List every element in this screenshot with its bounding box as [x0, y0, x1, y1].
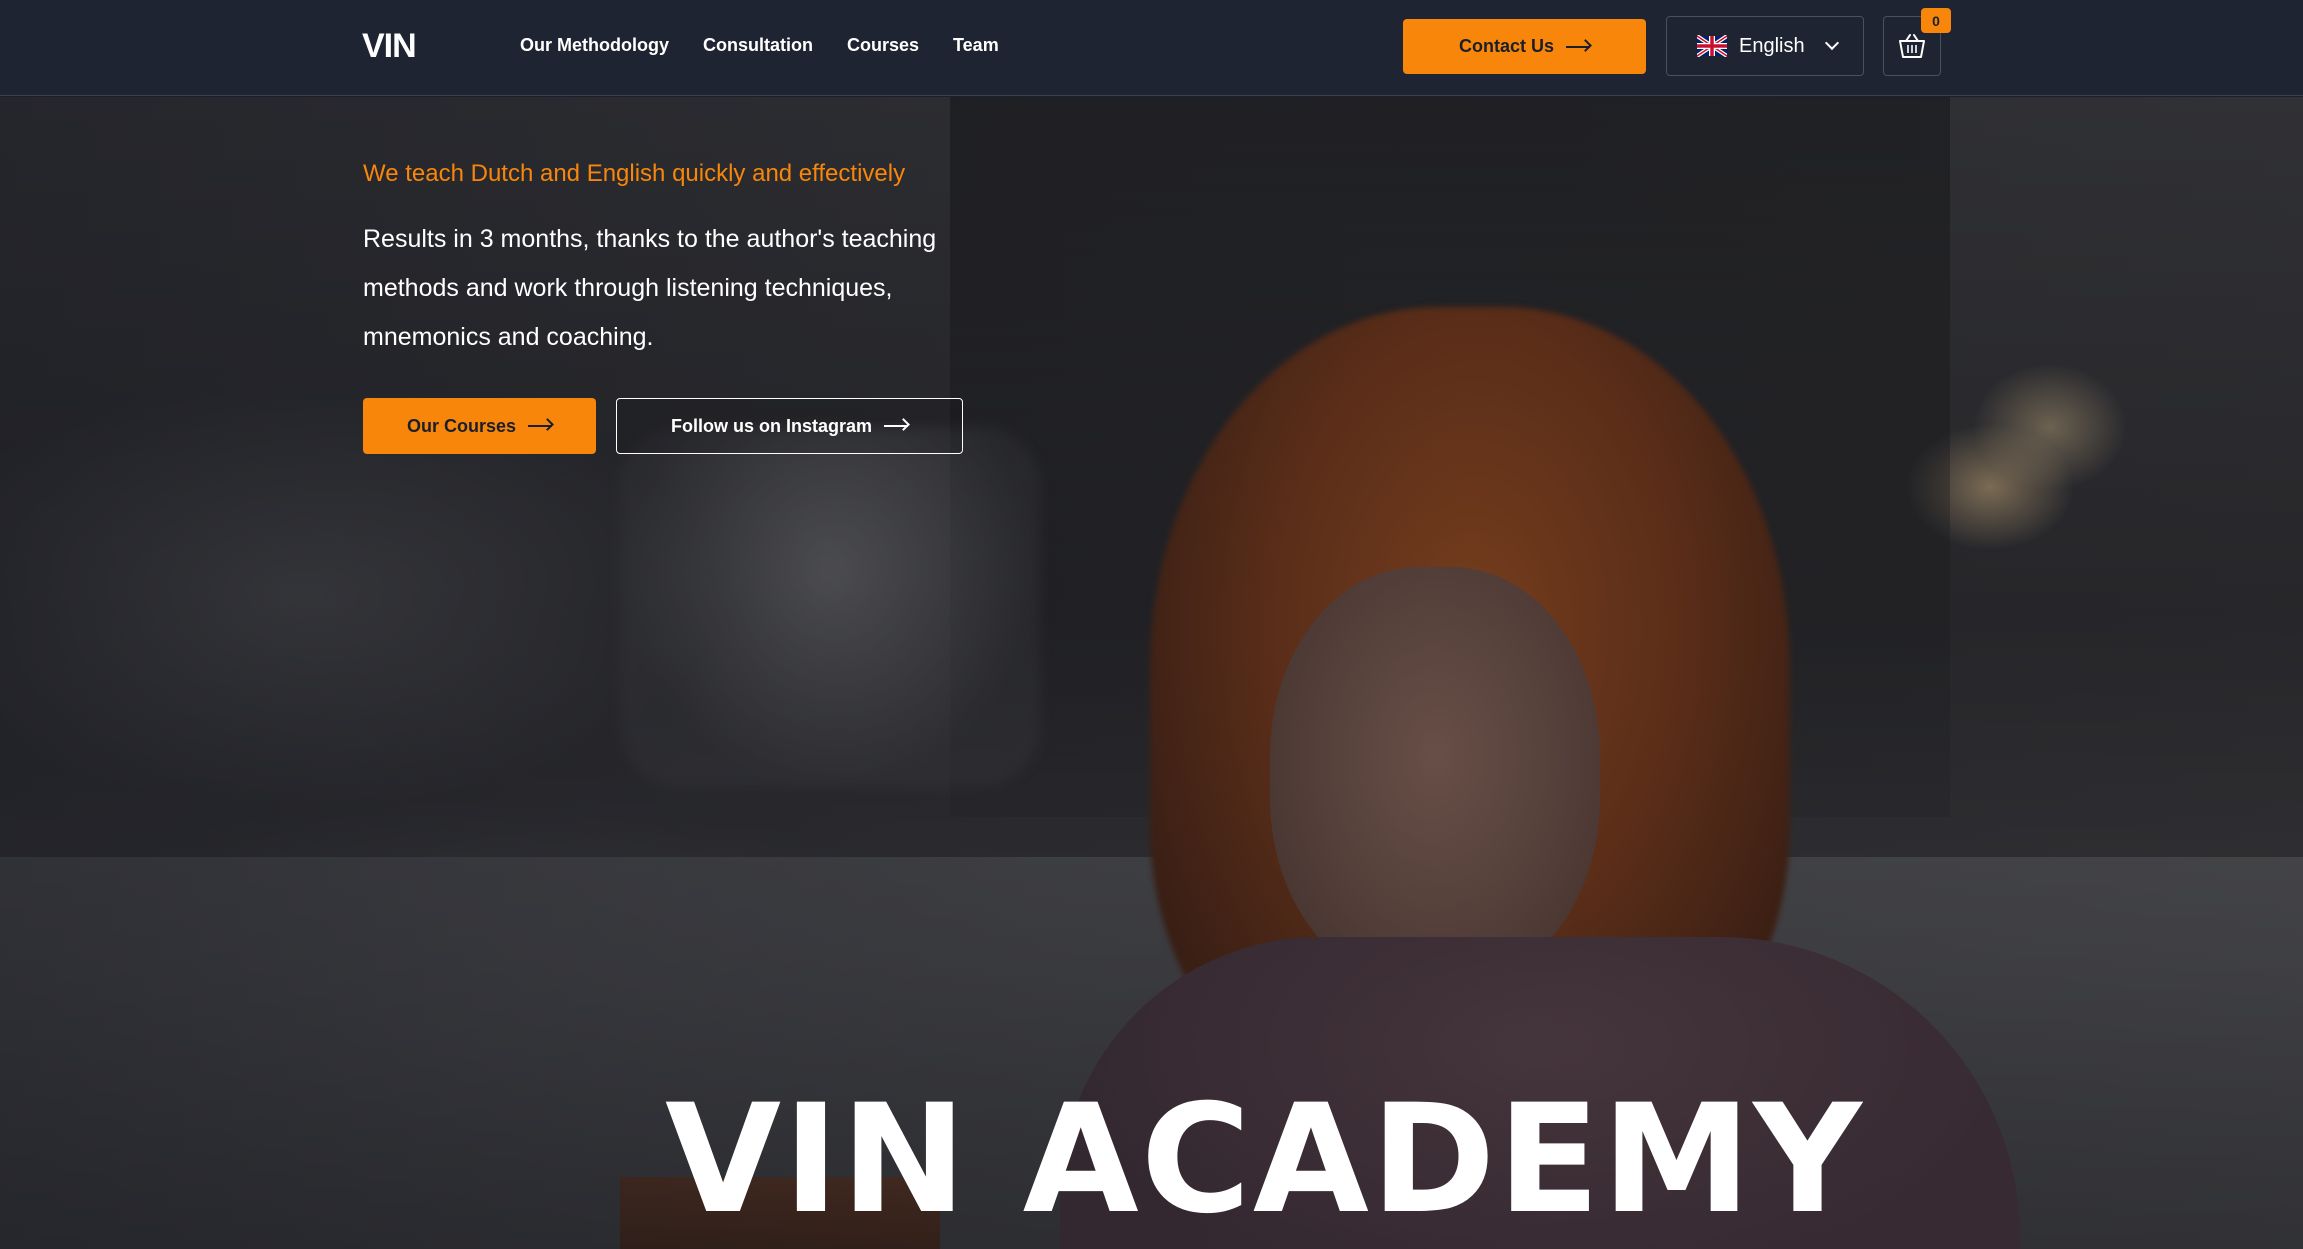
contact-us-label: Contact Us — [1458, 36, 1554, 56]
hero-title: VIN ACADEMY — [665, 1073, 1864, 1247]
main-nav: Our Methodology Consultation Courses Tea… — [520, 32, 999, 58]
arrow-right-icon — [1566, 45, 1590, 48]
chevron-down-icon — [1824, 35, 1839, 51]
hero-tagline: We teach Dutch and English quickly and e… — [363, 160, 906, 187]
instagram-follow-button[interactable]: Follow us on Instagram — [616, 398, 963, 454]
uk-flag-icon — [1697, 35, 1727, 57]
basket-icon — [1899, 34, 1925, 58]
site-header: VIN Our Methodology Consultation Courses… — [0, 0, 2303, 96]
arrow-right-icon — [884, 425, 908, 427]
nav-item-team[interactable]: Team — [953, 32, 999, 58]
language-selector[interactable]: English — [1666, 16, 1864, 76]
language-label: English — [1739, 34, 1805, 57]
logo-text: VIN — [362, 26, 417, 65]
nav-item-consultation[interactable]: Consultation — [703, 32, 813, 58]
instagram-follow-label: Follow us on Instagram — [670, 415, 872, 436]
nav-item-methodology[interactable]: Our Methodology — [520, 32, 669, 58]
contact-us-button[interactable]: Contact Us — [1403, 19, 1646, 74]
cart-count-badge: 0 — [1921, 8, 1951, 33]
hero-description: Results in 3 months, thanks to the autho… — [363, 225, 937, 351]
our-courses-button[interactable]: Our Courses — [363, 398, 596, 454]
arrow-right-icon — [528, 425, 553, 427]
site-logo[interactable]: VIN — [362, 26, 417, 66]
nav-item-courses[interactable]: Courses — [847, 32, 919, 58]
our-courses-label: Our Courses — [406, 415, 517, 436]
